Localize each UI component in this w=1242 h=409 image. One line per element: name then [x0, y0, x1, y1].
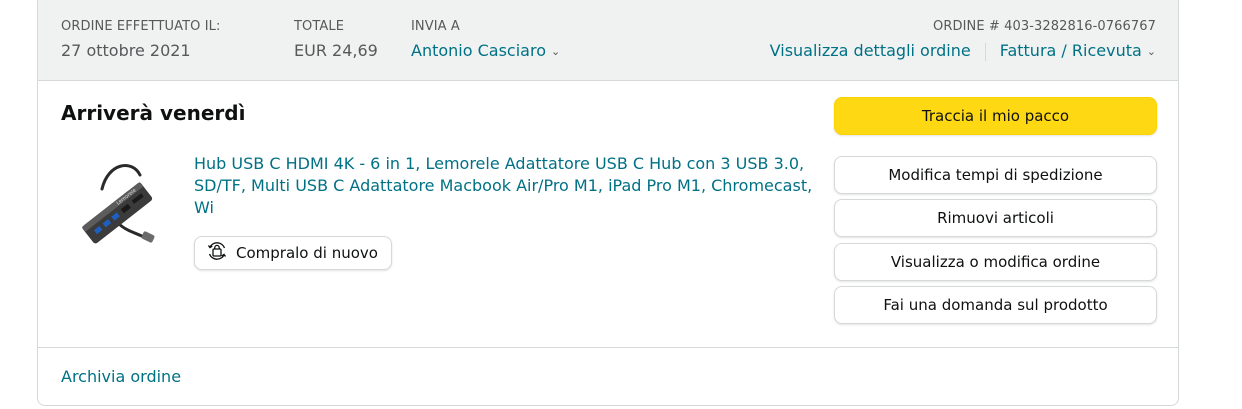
order-header: ORDINE EFFETTUATO IL: 27 ottobre 2021 TO…	[38, 0, 1178, 81]
order-total-value: EUR 24,69	[294, 41, 378, 60]
order-placed-date: 27 ottobre 2021	[61, 41, 191, 60]
product-title-link[interactable]: Hub USB C HDMI 4K - 6 in 1, Lemorele Ada…	[194, 153, 814, 219]
order-placed-block: ORDINE EFFETTUATO IL: 27 ottobre 2021	[61, 19, 220, 61]
change-shipping-button[interactable]: Modifica tempi di spedizione	[834, 156, 1157, 194]
ship-to-dropdown[interactable]: Antonio Casciaro ⌄	[411, 41, 560, 63]
link-divider	[984, 42, 986, 61]
shipment-status-title: Arriverà venerdì	[61, 101, 246, 125]
buy-again-label: Compralo di nuovo	[236, 244, 378, 262]
ask-question-button[interactable]: Fai una domanda sul prodotto	[834, 286, 1157, 324]
footer-divider	[38, 347, 1178, 348]
buy-again-icon	[206, 240, 228, 266]
order-meta: ORDINE # 403-3282816-0766767 Visualizza …	[770, 19, 1156, 63]
view-edit-order-button[interactable]: Visualizza o modifica ordine	[834, 243, 1157, 281]
order-total-block: TOTALE EUR 24,69	[294, 19, 378, 61]
order-card: ORDINE EFFETTUATO IL: 27 ottobre 2021 TO…	[37, 0, 1179, 406]
buy-again-button[interactable]: Compralo di nuovo	[194, 236, 392, 270]
product-image[interactable]: Lemorele	[78, 153, 158, 257]
ship-to-name[interactable]: Antonio Casciaro	[411, 41, 546, 60]
order-total-label: TOTALE	[294, 19, 345, 34]
ship-to-label: INVIA A	[411, 19, 460, 34]
order-links: Visualizza dettagli ordine Fattura / Rice…	[770, 41, 1156, 63]
track-package-button[interactable]: Traccia il mio pacco	[834, 97, 1157, 135]
ship-to-block: INVIA A Antonio Casciaro ⌄	[411, 19, 560, 63]
invoice-link[interactable]: Fattura / Ricevuta	[1000, 41, 1142, 60]
chevron-down-icon: ⌄	[550, 45, 561, 58]
archive-order-link[interactable]: Archivia ordine	[61, 367, 181, 386]
order-number: ORDINE # 403-3282816-0766767	[933, 19, 1156, 34]
remove-items-button[interactable]: Rimuovi articoli	[834, 199, 1157, 237]
order-details-link[interactable]: Visualizza dettagli ordine	[770, 41, 971, 60]
order-placed-label: ORDINE EFFETTUATO IL:	[61, 19, 221, 34]
chevron-down-icon: ⌄	[1146, 45, 1156, 58]
